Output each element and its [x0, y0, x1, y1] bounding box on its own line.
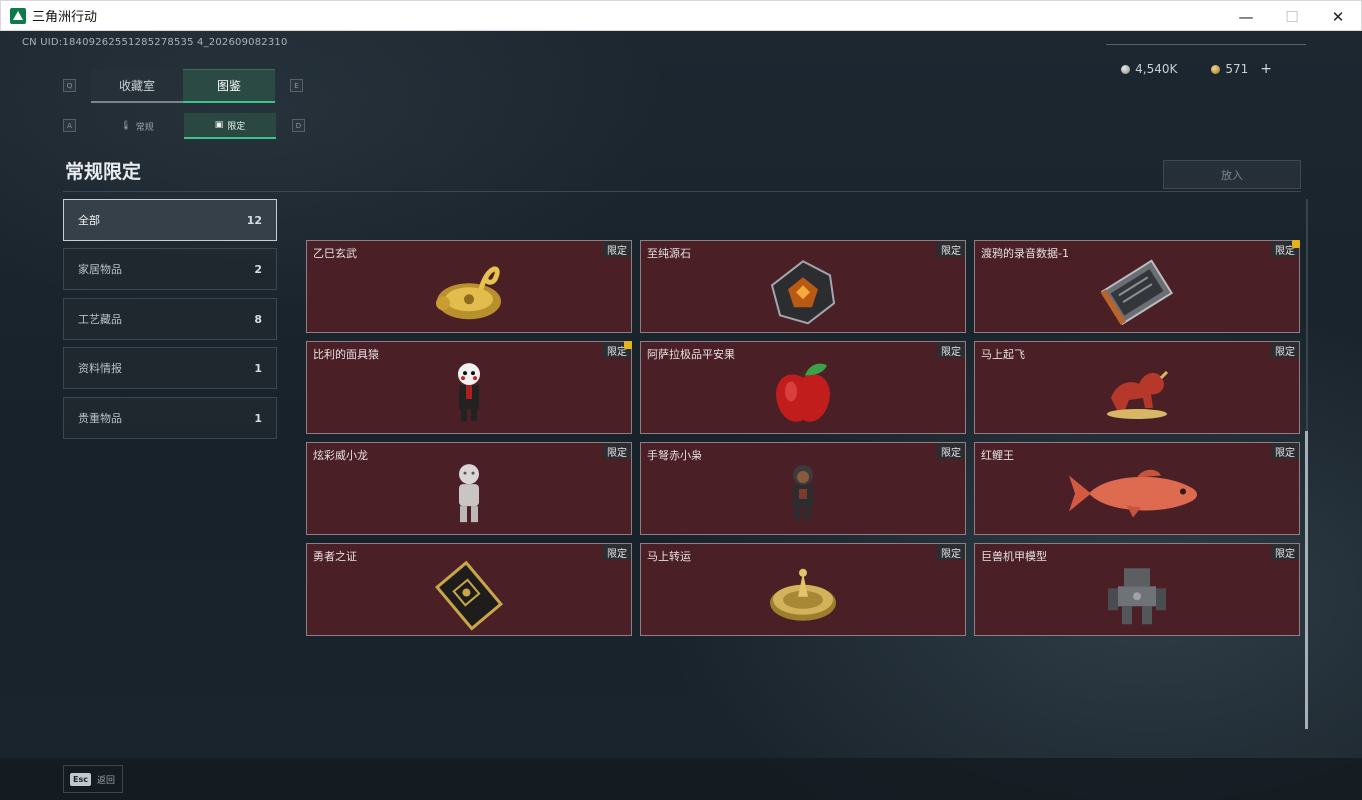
card-plaque-icon — [434, 560, 504, 631]
item-name: 渡鸦的录音数据-1 — [981, 247, 1069, 260]
category-home-items[interactable]: 家居物品 2 — [63, 248, 277, 290]
add-currency-button[interactable]: + — [1260, 61, 1272, 77]
limited-badge: 限定 — [603, 544, 631, 560]
puppet-figure-icon — [458, 362, 480, 421]
hooded-figure-icon — [793, 464, 813, 521]
item-card[interactable]: 至纯源石 限定 — [640, 240, 966, 333]
item-name: 手弩赤小枭 — [647, 449, 702, 462]
item-name: 乙巳玄武 — [313, 247, 357, 260]
category-valuables[interactable]: 贵重物品 1 — [63, 397, 277, 439]
limited-badge: 限定 — [603, 241, 631, 257]
item-card[interactable]: 巨兽机甲模型 限定 — [974, 543, 1300, 636]
maximize-button[interactable]: ☐ — [1269, 1, 1315, 32]
warning-icon — [1292, 240, 1300, 248]
red-horse-statue-icon — [1107, 370, 1169, 419]
top-divider — [1106, 44, 1306, 45]
golden-wheel-icon — [770, 568, 836, 621]
item-card[interactable]: 渡鸦的录音数据-1 限定 — [974, 240, 1300, 333]
category-label: 资料情报 — [78, 362, 122, 375]
close-button[interactable]: ✕ — [1315, 1, 1361, 32]
picture-icon: ▣ — [214, 120, 224, 130]
window-title: 三角洲行动 — [32, 10, 98, 25]
category-count: 8 — [254, 312, 262, 326]
item-name: 红鲤王 — [981, 449, 1014, 462]
silver-currency: 4,540K — [1121, 62, 1177, 76]
key-hint-q: Q — [63, 79, 76, 92]
put-in-button[interactable]: 放入 — [1163, 160, 1301, 189]
tab-catalog[interactable]: 图鉴 — [183, 69, 275, 103]
category-label: 工艺藏品 — [78, 313, 122, 326]
gold-coin-icon — [1211, 65, 1221, 74]
red-carp-icon — [1069, 469, 1197, 517]
item-name: 比利的面具猿 — [313, 348, 379, 361]
category-label: 贵重物品 — [78, 412, 122, 425]
title-divider — [63, 191, 1301, 192]
category-intel[interactable]: 资料情报 1 — [63, 347, 277, 389]
item-card[interactable]: 勇者之证 限定 — [306, 543, 632, 636]
currency-bar: 4,540K 571 + — [1121, 61, 1272, 77]
limited-badge: 限定 — [937, 342, 965, 358]
app-logo-icon — [10, 7, 26, 24]
red-apple-icon — [776, 363, 830, 422]
recording-device-icon — [1100, 258, 1174, 325]
tab-regular[interactable]: 🌡 常规 — [91, 113, 183, 139]
item-name: 马上转运 — [647, 550, 691, 563]
limited-badge: 限定 — [1271, 544, 1299, 560]
scrollbar-thumb[interactable] — [1305, 431, 1308, 729]
item-card[interactable]: 手弩赤小枭 限定 — [640, 442, 966, 535]
back-label: 返回 — [96, 775, 115, 786]
item-name: 至纯源石 — [647, 247, 691, 260]
category-crafts[interactable]: 工艺藏品 8 — [63, 298, 277, 340]
item-name: 勇者之证 — [313, 550, 357, 563]
esc-key: Esc — [70, 772, 91, 786]
key-hint-d: D — [292, 119, 305, 132]
item-card[interactable]: 马上转运 限定 — [640, 543, 966, 636]
key-hint-a: A — [63, 119, 76, 132]
limited-badge: 限定 — [603, 443, 631, 459]
limited-badge: 限定 — [1271, 342, 1299, 358]
bottom-bar — [0, 758, 1362, 800]
window-controls: — ☐ ✕ — [1223, 1, 1361, 32]
golden-snake-turtle-icon — [436, 266, 501, 319]
tab-collection-room[interactable]: 收藏室 — [91, 69, 183, 103]
item-card[interactable]: 乙巳玄武 限定 — [306, 240, 632, 333]
item-card[interactable]: 红鲤王 限定 — [974, 442, 1300, 535]
warning-icon — [624, 341, 632, 349]
silver-coin-icon — [1121, 65, 1131, 74]
thermometer-icon: 🌡 — [120, 121, 132, 131]
category-count: 1 — [254, 411, 262, 425]
category-count: 12 — [246, 213, 262, 227]
item-card[interactable]: 阿萨拉极品平安果 限定 — [640, 341, 966, 434]
category-label: 全部 — [78, 214, 100, 227]
tab-limited[interactable]: ▣ 限定 — [184, 113, 276, 139]
category-all[interactable]: 全部 12 — [63, 199, 277, 241]
back-button[interactable]: Esc 返回 — [63, 765, 123, 793]
item-card[interactable]: 比利的面具猿 限定 — [306, 341, 632, 434]
item-name: 巨兽机甲模型 — [981, 550, 1047, 563]
item-card[interactable]: 炫彩威小龙 限定 — [306, 442, 632, 535]
limited-badge: 限定 — [1271, 443, 1299, 459]
user-uid: CN UID:18409262551285278535 4_2026090823… — [22, 37, 288, 48]
item-name: 炫彩威小龙 — [313, 449, 368, 462]
game-viewport: CN UID:18409262551285278535 4_2026090823… — [0, 31, 1362, 800]
key-hint-e: E — [290, 79, 303, 92]
limited-badge: 限定 — [937, 241, 965, 257]
page-title: 常规限定 — [65, 161, 142, 183]
minimize-button[interactable]: — — [1223, 1, 1269, 32]
source-stone-icon — [770, 259, 836, 324]
window-titlebar: 三角洲行动 — ☐ ✕ — [0, 0, 1362, 31]
item-name: 马上起飞 — [981, 348, 1025, 361]
white-figure-icon — [459, 463, 479, 522]
mech-model-icon — [1108, 567, 1166, 624]
limited-badge: 限定 — [937, 544, 965, 560]
category-label: 家居物品 — [78, 263, 122, 276]
item-card[interactable]: 马上起飞 限定 — [974, 341, 1300, 434]
category-count: 1 — [254, 361, 262, 375]
limited-badge: 限定 — [937, 443, 965, 459]
gold-currency: 571 — [1211, 62, 1248, 76]
category-count: 2 — [254, 262, 262, 276]
item-name: 阿萨拉极品平安果 — [647, 348, 735, 361]
